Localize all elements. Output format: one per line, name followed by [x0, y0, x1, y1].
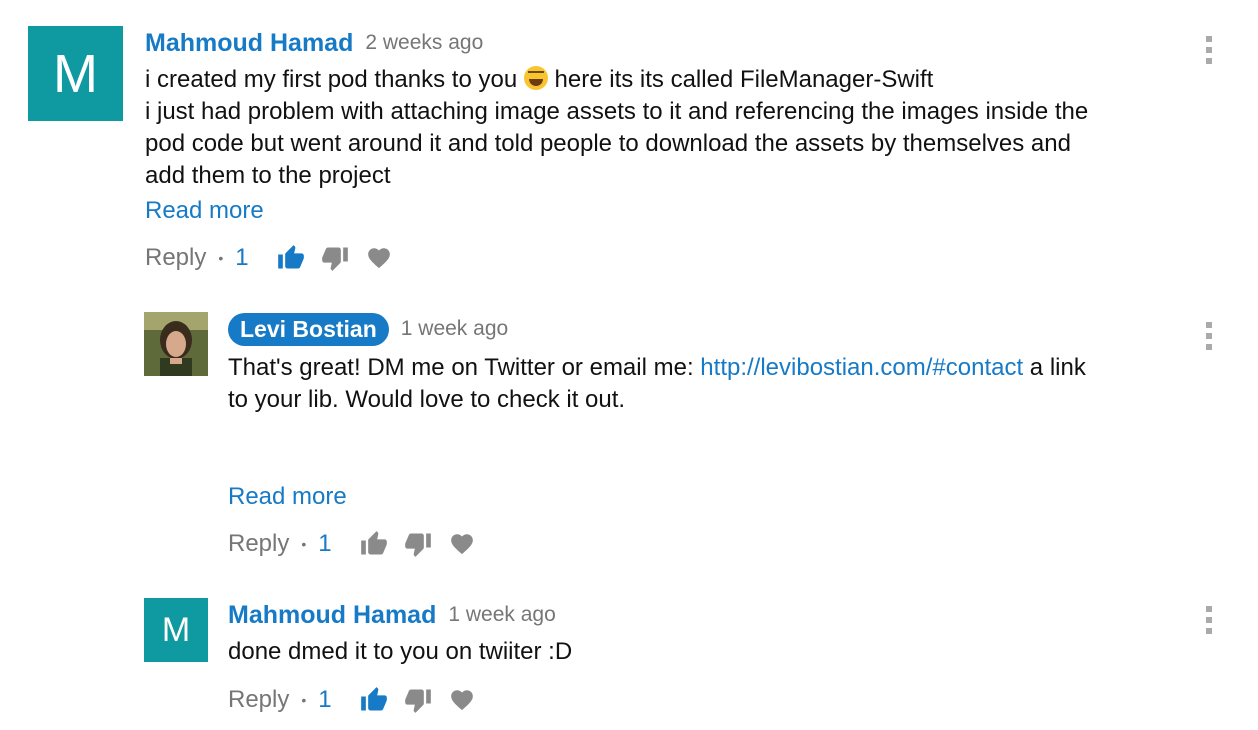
comment-header: Mahmoud Hamad 2 weeks ago	[145, 26, 1088, 60]
read-more-link[interactable]: Read more	[228, 482, 1086, 512]
comment-body: Mahmoud Hamad 2 weeks ago i created my f…	[123, 26, 1088, 278]
comment-line-part: here its its called FileManager-Swift	[554, 66, 934, 93]
menu-dot	[1206, 606, 1212, 612]
comment-line-part: That's great! DM me on Twitter or email …	[228, 354, 701, 381]
comment-line: i created my first pod thanks to you her…	[145, 64, 1088, 96]
thumbs-down-button[interactable]	[402, 684, 434, 716]
timestamp[interactable]: 2 weeks ago	[365, 31, 483, 55]
menu-dot	[1206, 36, 1212, 42]
menu-dot	[1206, 58, 1212, 64]
comment-line-part: i created my first pod thanks to you	[145, 66, 518, 93]
heart-icon	[367, 248, 390, 269]
avatar[interactable]: M	[28, 26, 123, 121]
thumbs-up-icon	[360, 531, 387, 555]
comment-body: Mahmoud Hamad 1 week ago done dmed it to…	[208, 598, 572, 720]
menu-dot	[1206, 617, 1212, 623]
like-count: 1	[318, 530, 332, 557]
comment-actions: Reply • 1	[145, 238, 1088, 278]
reply-comment: Levi Bostian 1 week ago That's great! DM…	[144, 312, 1086, 564]
comment-line: pod code but went around it and told peo…	[145, 130, 1071, 157]
comment-body: Levi Bostian 1 week ago That's great! DM…	[208, 312, 1086, 564]
comment-line: add them to the project	[145, 162, 391, 189]
comment-header: Mahmoud Hamad 1 week ago	[228, 598, 572, 632]
timestamp[interactable]: 1 week ago	[448, 603, 555, 627]
comment-actions: Reply • 1	[228, 524, 1086, 564]
avatar-letter: M	[53, 43, 98, 104]
reply-button[interactable]: Reply	[228, 686, 289, 714]
timestamp[interactable]: 1 week ago	[401, 317, 508, 341]
reply-button[interactable]: Reply	[228, 530, 289, 558]
heart-button[interactable]	[446, 528, 478, 560]
author-name[interactable]: Mahmoud Hamad	[145, 29, 353, 58]
thumbs-up-button[interactable]	[358, 684, 390, 716]
thumbs-up-icon	[277, 245, 304, 269]
thumbs-down-button[interactable]	[402, 528, 434, 560]
author-name[interactable]: Mahmoud Hamad	[228, 601, 436, 630]
thumbs-down-icon	[404, 689, 431, 713]
like-count: 1	[318, 686, 332, 713]
separator-dot: •	[301, 536, 307, 552]
comment-line-part: a link	[1023, 354, 1086, 381]
thumbs-up-button[interactable]	[358, 528, 390, 560]
comment-text: That's great! DM me on Twitter or email …	[228, 352, 1086, 416]
menu-dot	[1206, 344, 1212, 350]
comment-line: to your lib. Would love to check it out.	[228, 386, 626, 413]
comment-line: i just had problem with attaching image …	[145, 98, 1089, 125]
menu-dot	[1206, 322, 1212, 328]
like-count: 1	[235, 244, 249, 271]
avatar-letter: M	[161, 610, 191, 649]
contact-link[interactable]: http://levibostian.com/#contact	[700, 354, 1023, 381]
menu-dot	[1206, 333, 1212, 339]
author-name-badge[interactable]: Levi Bostian	[228, 312, 389, 346]
separator-dot: •	[301, 692, 307, 708]
thumbs-down-icon	[404, 533, 431, 557]
comment-text: i created my first pod thanks to you her…	[145, 64, 1088, 192]
read-more-link[interactable]: Read more	[145, 196, 1088, 226]
profile-photo-image	[144, 312, 208, 376]
comment-text: done dmed it to you on twiiter :D	[228, 638, 573, 665]
reply-comment: M Mahmoud Hamad 1 week ago done dmed it …	[144, 598, 572, 720]
comment-actions: Reply • 1	[228, 680, 572, 720]
comment-menu-button[interactable]	[1204, 322, 1214, 350]
avatar[interactable]	[144, 312, 208, 376]
heart-button[interactable]	[446, 684, 478, 716]
laughing-emoji-icon	[523, 66, 548, 90]
heart-icon	[450, 690, 473, 711]
thumbs-down-icon	[321, 247, 348, 271]
thumbs-up-icon	[360, 687, 387, 711]
separator-dot: •	[218, 250, 224, 266]
comment-line: That's great! DM me on Twitter or email …	[228, 352, 1086, 384]
thumbs-down-button[interactable]	[319, 242, 351, 274]
comment-menu-button[interactable]	[1204, 606, 1214, 634]
menu-dot	[1206, 47, 1212, 53]
reply-button[interactable]: Reply	[145, 244, 206, 272]
thumbs-up-button[interactable]	[275, 242, 307, 274]
comment-thread-top: M Mahmoud Hamad 2 weeks ago i created my…	[28, 26, 1088, 278]
heart-icon	[450, 534, 473, 555]
comment-menu-button[interactable]	[1204, 36, 1214, 64]
heart-button[interactable]	[363, 242, 395, 274]
avatar[interactable]: M	[144, 598, 208, 662]
menu-dot	[1206, 628, 1212, 634]
comment-header: Levi Bostian 1 week ago	[228, 312, 1086, 346]
